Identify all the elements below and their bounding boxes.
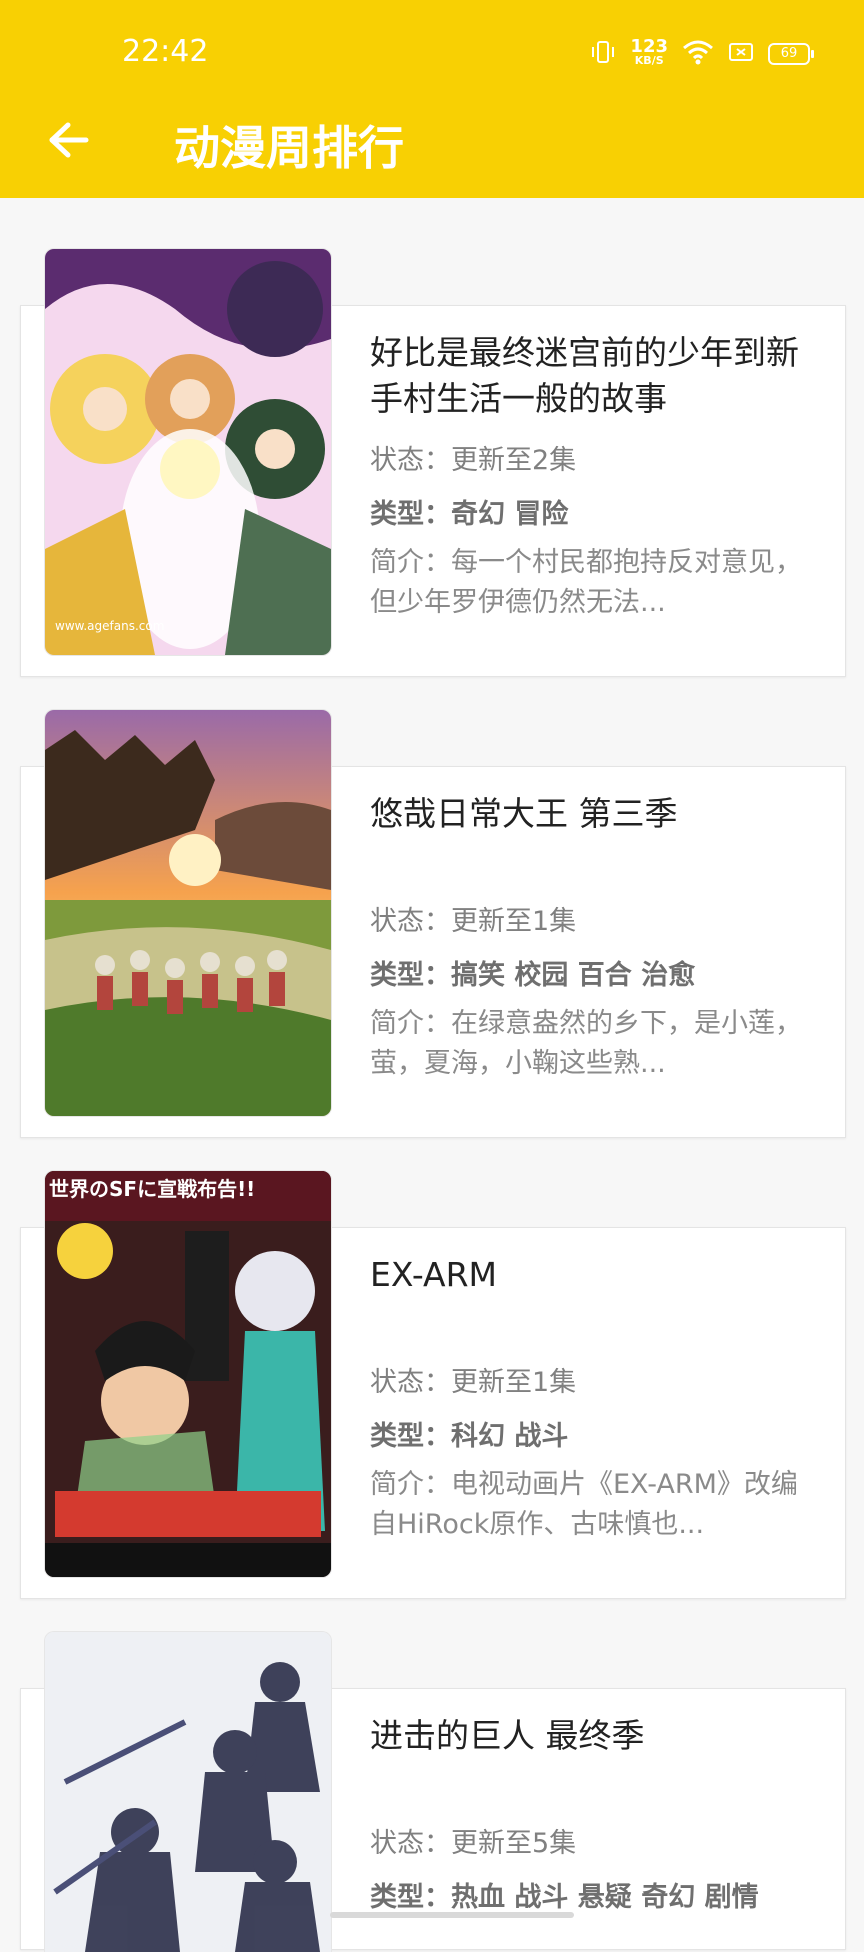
anime-type-3: 类型：科幻 战斗: [370, 1421, 569, 1452]
cover-watermark-1: www.agefans.com: [55, 619, 165, 633]
anime-status-4: 状态：更新至5集: [370, 1828, 577, 1859]
anime-title-2[interactable]: 悠哉日常大王 第三季: [370, 791, 820, 837]
anime-desc-2: 简介：在绿意盎然的乡下，是小莲，萤，夏海，小鞠这些熟...: [370, 1008, 802, 1079]
network-speed-unit: KB/S: [634, 54, 664, 67]
back-button[interactable]: [38, 110, 98, 170]
anime-type-1: 类型：奇幻 冒险: [370, 499, 569, 530]
scroll-indicator[interactable]: [330, 1912, 574, 1918]
anime-title-4[interactable]: 进击的巨人 最终季: [370, 1713, 820, 1759]
cover-headline-3: 世界のSFに宣戦布告!!: [49, 1177, 256, 1201]
cover-image-2[interactable]: [44, 709, 332, 1117]
anime-status-2: 状态：更新至1集: [370, 906, 577, 937]
anime-status-3: 状态：更新至1集: [370, 1367, 577, 1398]
vibrate-icon: [590, 38, 616, 70]
sim-card-icon: [728, 41, 754, 67]
arrow-left-icon: [49, 122, 89, 158]
cover-image-3[interactable]: 世界のSFに宣戦布告!!: [44, 1170, 332, 1578]
wifi-icon: [682, 39, 714, 69]
page-title: 动漫周排行: [174, 121, 404, 175]
anime-desc-3: 简介：电视动画片《EX-ARM》改编自HiRock原作、古味慎也...: [370, 1469, 798, 1540]
anime-desc-1: 简介：每一个村民都抱持反对意见，但少年罗伊德仍然无法...: [370, 547, 802, 618]
anime-type-4: 类型：热血 战斗 悬疑 奇幻 剧情: [370, 1882, 759, 1913]
status-icons: 123 KB/S 69: [590, 36, 814, 72]
network-speed-value: 123: [630, 36, 668, 57]
anime-title-1[interactable]: 好比是最终迷宫前的少年到新手村生活一般的故事: [370, 330, 820, 422]
status-time: 22:42: [122, 34, 209, 69]
battery-icon: 69: [768, 43, 814, 65]
cover-image-1[interactable]: www.agefans.com: [44, 248, 332, 656]
anime-type-2: 类型：搞笑 校园 百合 治愈: [370, 960, 696, 991]
anime-status-1: 状态：更新至2集: [370, 445, 577, 476]
app-bar: 22:42 123 KB/S 69 动漫周排行: [0, 0, 864, 198]
network-speed: 123 KB/S: [630, 36, 668, 68]
cover-image-4[interactable]: [44, 1631, 332, 1952]
anime-title-3[interactable]: EX-ARM: [370, 1252, 820, 1298]
